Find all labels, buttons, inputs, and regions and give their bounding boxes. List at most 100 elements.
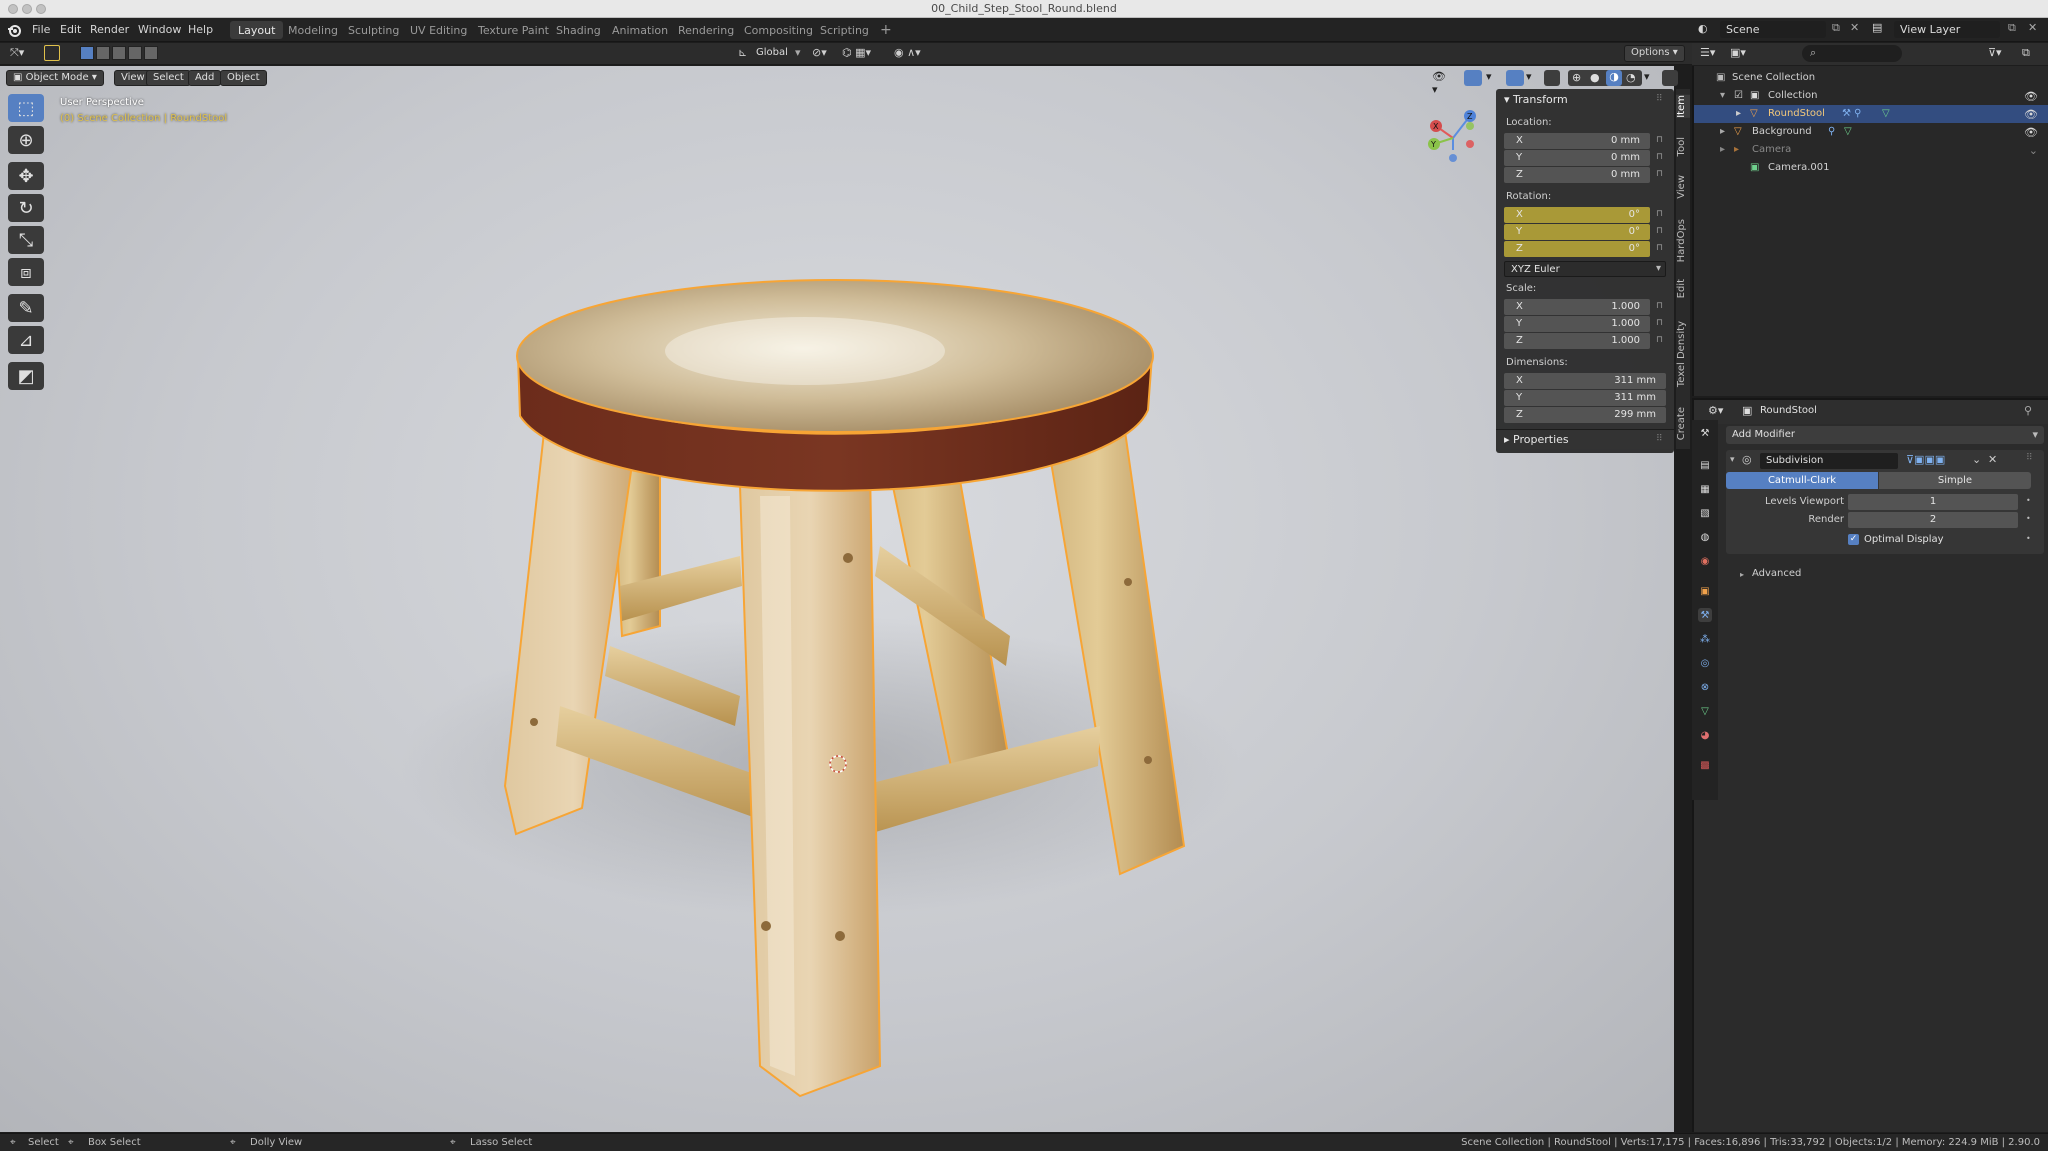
menu-help[interactable]: Help (188, 23, 213, 36)
drag-handle-icon[interactable]: ⠿ (1656, 434, 1663, 444)
simple-button[interactable]: Simple (1879, 472, 2031, 489)
scene-selector[interactable]: Scene (1720, 21, 1826, 38)
material-tab-icon[interactable]: ◕ (1698, 728, 1712, 742)
overlays-toggle-icon[interactable] (1506, 70, 1524, 86)
mode-set-icon[interactable] (80, 46, 94, 60)
pin-icon[interactable]: ⚲ (2024, 404, 2032, 417)
expand-arrow-icon[interactable]: ▸ (1720, 126, 1725, 137)
tab-scripting[interactable]: Scripting (812, 21, 877, 39)
cursor-tool-icon[interactable]: ⊕ (8, 126, 44, 154)
blender-logo-icon[interactable] (7, 23, 21, 37)
tab-uv-editing[interactable]: UV Editing (402, 21, 475, 39)
view-layer-icon[interactable]: ▤ (1872, 21, 1882, 34)
pivot-point-icon[interactable]: ⊘▾ (812, 46, 827, 59)
solid-shading-icon[interactable]: ● (1590, 71, 1600, 84)
visibility-eye-icon[interactable]: 👁 (2024, 108, 2038, 121)
scale-y-field[interactable]: Y 1.000 (1504, 316, 1650, 332)
outliner-row-camera001[interactable]: ▣ Camera.001 (1694, 159, 2048, 177)
expand-arrow-icon[interactable]: ▸ (1736, 108, 1741, 119)
tab-shading[interactable]: Shading (548, 21, 609, 39)
mode-subtract-icon[interactable] (112, 46, 126, 60)
visibility-icon[interactable]: 👁▾ (1432, 70, 1446, 96)
filter-icon[interactable]: ⊽▾ (1988, 46, 2002, 59)
new-scene-icon[interactable]: ⧉ (1832, 21, 1840, 35)
dimensions-y-field[interactable]: Y 311 mm (1504, 390, 1666, 406)
add-modifier-dropdown[interactable]: Add Modifier ▾ (1726, 426, 2044, 444)
animate-property-icon[interactable]: • (2026, 496, 2031, 505)
catmull-clark-button[interactable]: Catmull-Clark (1726, 472, 1878, 489)
select-box-tool-icon[interactable]: ⬚ (8, 94, 44, 122)
outliner-type-icon[interactable]: ☰▾ (1700, 46, 1715, 59)
texture-tab-icon[interactable]: ▩ (1698, 758, 1712, 772)
sidebar-tab-texel-density[interactable]: Texel Density (1676, 321, 1690, 387)
transform-orientation-dropdown[interactable]: Global (756, 47, 788, 58)
sidebar-tab-edit[interactable]: Edit (1676, 279, 1690, 298)
add-cube-tool-icon[interactable]: ◩ (8, 362, 44, 390)
material-preview-icon[interactable]: ◑ (1606, 70, 1622, 86)
location-x-field[interactable]: X0 mm (1504, 133, 1650, 149)
expand-arrow-icon[interactable]: ▸ (1740, 570, 1744, 579)
scale-tool-icon[interactable]: ⤡ (8, 226, 44, 254)
outliner-row-background[interactable]: ▸ ▽ Background ⚲ ▽ 👁 (1694, 123, 2048, 141)
modifier-name-field[interactable]: Subdivision (1760, 453, 1898, 469)
3d-viewport[interactable]: Z X Y (0, 66, 1674, 1132)
mode-invert-icon[interactable] (128, 46, 142, 60)
lock-icon[interactable]: ⊓ (1656, 318, 1666, 328)
optimal-display-checkbox[interactable]: ✓ (1848, 534, 1859, 545)
physics-tab-icon[interactable]: ◎ (1698, 656, 1712, 670)
select-menu[interactable]: Select (146, 70, 191, 86)
outliner-row-scene-collection[interactable]: ▣ Scene Collection (1694, 69, 2048, 87)
lock-icon[interactable]: ⊓ (1656, 335, 1666, 345)
display-mode-icon[interactable]: ▣▾ (1730, 46, 1746, 59)
dimensions-x-field[interactable]: X 311 mm (1504, 373, 1666, 389)
location-z-field[interactable]: Z0 mm (1504, 167, 1650, 183)
modifier-wrench-icon[interactable]: ⚒ ⚲ (1842, 108, 1861, 119)
scene-tab-icon[interactable]: ◍ (1698, 530, 1712, 544)
chevron-down-icon[interactable]: ▾ (1486, 70, 1492, 83)
mesh-data-icon[interactable]: ▽ (1844, 126, 1852, 137)
scene-type-icon[interactable]: ◐ (1698, 22, 1708, 35)
lock-icon[interactable]: ⊓ (1656, 243, 1666, 253)
scale-x-field[interactable]: X 1.000 (1504, 299, 1650, 315)
output-tab-icon[interactable]: ▦ (1698, 482, 1712, 496)
expand-arrow-icon[interactable]: ▸ (1720, 144, 1725, 155)
new-view-layer-icon[interactable]: ⧉ (2008, 21, 2016, 35)
transform-tool-icon[interactable]: ⧈ (8, 258, 44, 286)
modifier-visibility-icons[interactable]: ⊽▣▣▣ (1906, 453, 1945, 466)
object-menu[interactable]: Object (220, 70, 267, 86)
lock-icon[interactable]: ⊓ (1656, 301, 1666, 311)
lock-icon[interactable]: ⊓ (1656, 209, 1666, 219)
tab-sculpting[interactable]: Sculpting (340, 21, 407, 39)
levels-viewport-field[interactable]: 1 (1848, 494, 2018, 510)
menu-render[interactable]: Render (90, 23, 129, 36)
rotation-mode-dropdown[interactable]: XYZ Euler ▾ (1504, 261, 1666, 277)
tab-modeling[interactable]: Modeling (280, 21, 346, 39)
gizmo-neg-y[interactable] (1466, 122, 1474, 130)
rotation-y-field[interactable]: Y 0° (1504, 224, 1650, 240)
rotation-x-field[interactable]: X 0° (1504, 207, 1650, 223)
remove-view-layer-icon[interactable]: ✕ (2028, 21, 2037, 34)
object-tab-icon[interactable]: ▣ (1698, 584, 1712, 598)
advanced-subpanel[interactable]: Advanced (1752, 568, 1801, 579)
sidebar-tab-hardops[interactable]: HardOps (1676, 219, 1690, 262)
world-tab-icon[interactable]: ◉ (1698, 554, 1712, 568)
rotate-tool-icon[interactable]: ↻ (8, 194, 44, 222)
outliner-row-roundstool[interactable]: ▸ ▽ RoundStool ⚒ ⚲ ▽ 👁 (1694, 105, 2048, 123)
constraints-tab-icon[interactable]: ⊗ (1698, 680, 1712, 694)
add-workspace-icon[interactable]: + (872, 19, 900, 38)
chevron-down-icon[interactable]: ⌄ (1972, 453, 1981, 466)
xray-toggle-icon[interactable] (1544, 70, 1560, 86)
editor-type-icon[interactable]: ⤧▾ (10, 46, 24, 60)
tab-texture-paint[interactable]: Texture Paint (470, 21, 557, 39)
visibility-eye-icon[interactable]: 👁 (2024, 90, 2038, 103)
render-levels-field[interactable]: 2 (1848, 512, 2018, 528)
gizmo-neg-x[interactable] (1466, 140, 1474, 148)
data-tab-icon[interactable]: ▽ (1698, 704, 1712, 718)
view-layer-selector[interactable]: View Layer (1894, 21, 2000, 38)
animate-property-icon[interactable]: • (2026, 534, 2031, 543)
sidebar-toggle-icon[interactable] (1662, 70, 1678, 86)
rotation-z-field[interactable]: Z 0° (1504, 241, 1650, 257)
wireframe-shading-icon[interactable]: ⊕ (1572, 71, 1581, 84)
mode-intersect-icon[interactable] (144, 46, 158, 60)
measure-tool-icon[interactable]: ⊿ (8, 326, 44, 354)
